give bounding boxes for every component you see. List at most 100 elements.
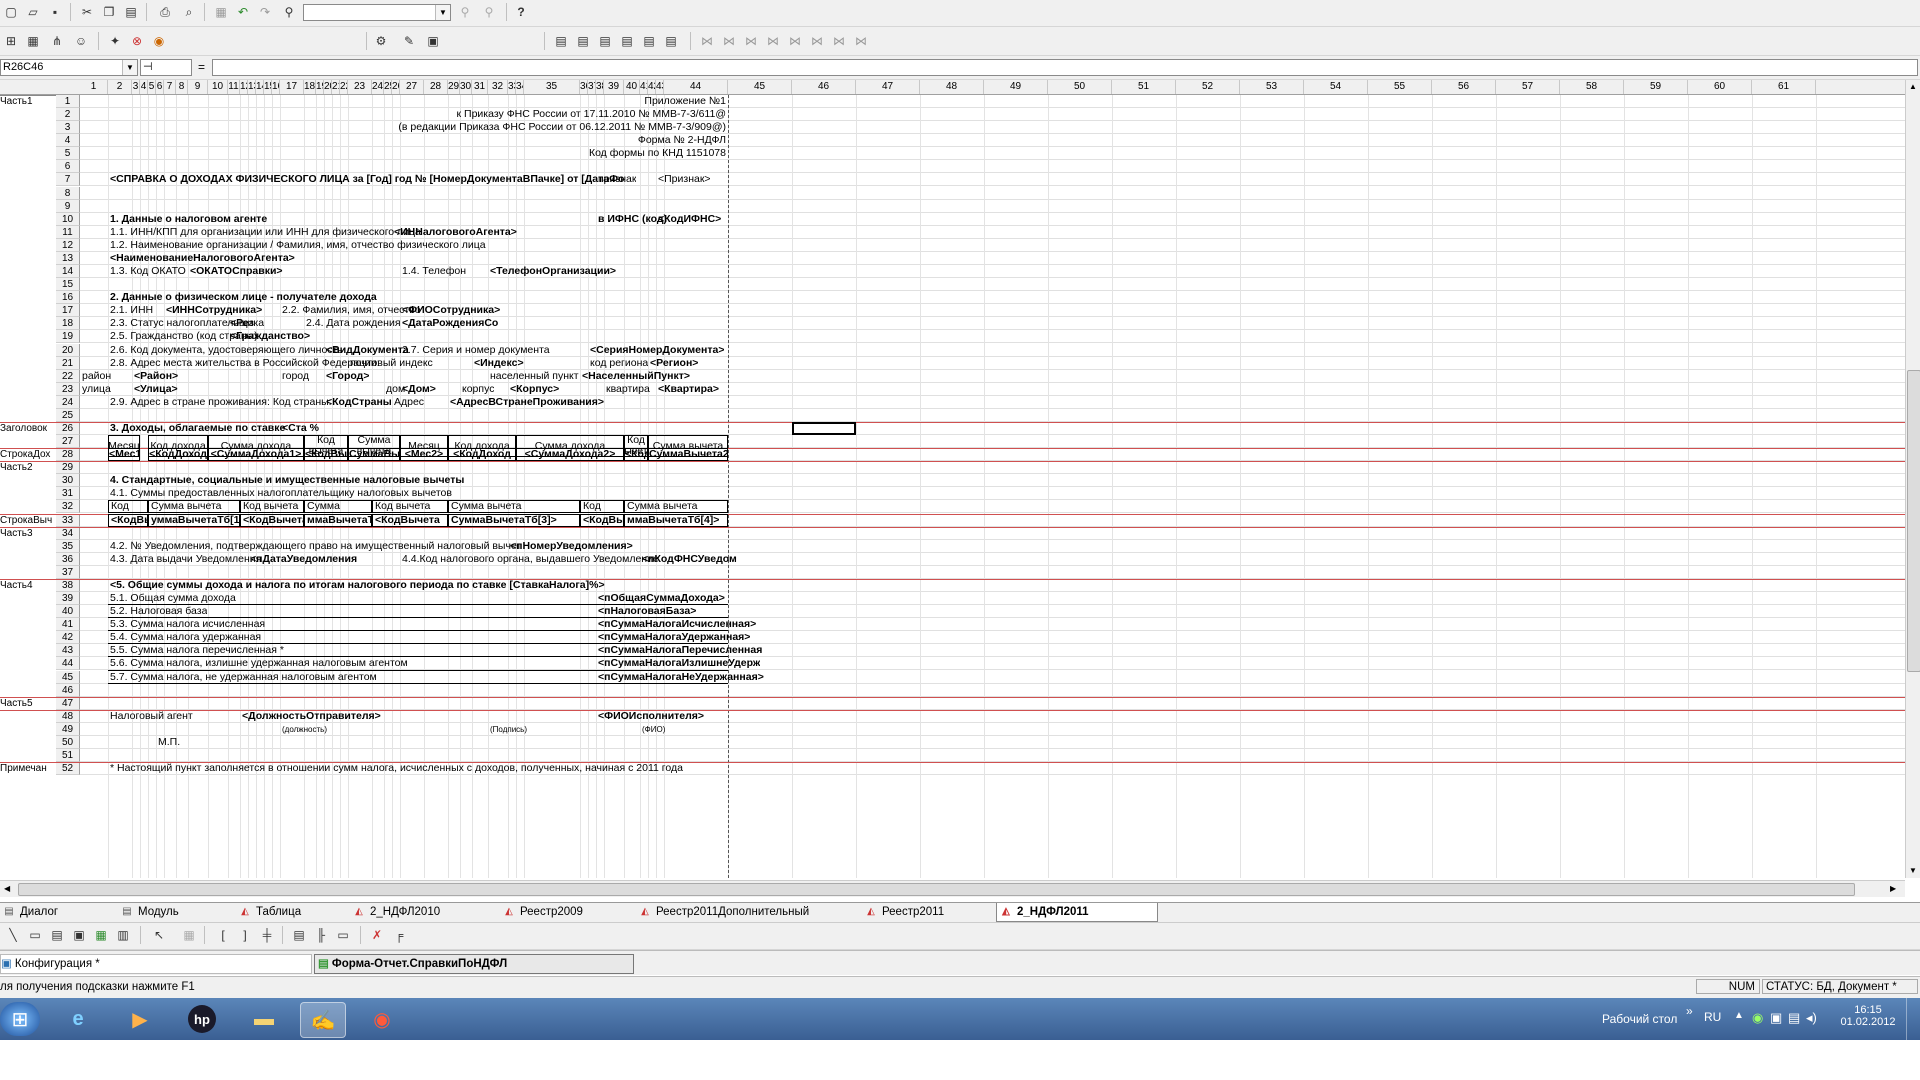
remove-outline-icon[interactable]: ⋈ <box>852 32 870 50</box>
spreadsheet-grid[interactable]: 1 2 3 4 5 6 7 8 9 10 11 12 13 14 15 16 17 18 19 20 21 22 23 24 2… <box>0 95 1905 878</box>
column-header-cell[interactable]: 57 <box>1496 80 1560 94</box>
scroll-left-icon[interactable]: ◀ <box>4 884 10 893</box>
sheet-tab[interactable]: ◭ Таблица <box>236 903 368 921</box>
align-icon[interactable]: ╪ <box>258 926 276 944</box>
paste-icon[interactable]: ▤ <box>122 3 140 21</box>
row-number[interactable]: 39 <box>56 592 80 605</box>
row-number[interactable]: 7 <box>56 173 80 186</box>
cell-format-icon[interactable]: ▤ <box>552 32 570 50</box>
column-header-cell[interactable]: 18 <box>304 80 316 94</box>
row-number[interactable]: 19 <box>56 330 80 343</box>
row-number[interactable]: 24 <box>56 396 80 409</box>
chrome-icon[interactable]: ◉ <box>360 1002 404 1036</box>
row-number[interactable]: 46 <box>56 684 80 697</box>
window-tab-form[interactable]: ▤ Форма-Отчет.СправкиПоНДФЛ <box>314 954 634 974</box>
line-tool-icon[interactable]: ╲ <box>4 926 22 944</box>
column-header-cell[interactable]: 41 <box>640 80 648 94</box>
settings-outline-icon[interactable]: ⋈ <box>830 32 848 50</box>
row-number[interactable]: 26 <box>56 422 80 435</box>
column-header-cell[interactable]: 20 <box>324 80 332 94</box>
1c-icon[interactable]: ✍ <box>300 1002 346 1038</box>
sheet-tab[interactable]: ◭ Реестр2011 <box>862 903 1014 921</box>
column-header-cell[interactable]: 6 <box>156 80 164 94</box>
row-number[interactable]: 10 <box>56 213 80 226</box>
group-label[interactable]: Примечан <box>0 762 56 774</box>
sheet-tab[interactable]: ▤ Диалог <box>0 903 136 921</box>
stop-icon[interactable]: ⊗ <box>128 32 146 50</box>
column-header-cell[interactable]: 56 <box>1432 80 1496 94</box>
ruler-icon[interactable]: ▭ <box>334 926 352 944</box>
corner-cell[interactable] <box>0 80 57 95</box>
row-number[interactable]: 52 <box>56 762 80 775</box>
row-number[interactable]: 49 <box>56 723 80 736</box>
help-icon[interactable]: ? <box>512 3 530 21</box>
hp-icon[interactable]: hp <box>180 1002 224 1036</box>
row-number[interactable]: 15 <box>56 278 80 291</box>
row-number[interactable]: 36 <box>56 553 80 566</box>
sheet-tab[interactable]: ◭ Реестр2009 <box>500 903 654 921</box>
sheet-tab[interactable]: ◭ 2_НДФЛ2010 <box>350 903 518 921</box>
find-prev-icon[interactable]: ⚲ <box>480 3 498 21</box>
bar-chart-icon[interactable]: ▥ <box>114 926 132 944</box>
column-header-cell[interactable]: 28 <box>424 80 448 94</box>
window-tab-config[interactable]: ▣ Конфигурация * <box>0 954 312 974</box>
start-button[interactable]: ⊞ <box>0 1002 40 1036</box>
border-icon[interactable]: ╟ <box>312 926 330 944</box>
cell-edit-icon[interactable]: ▤ <box>574 32 592 50</box>
scroll-down-icon[interactable]: ▼ <box>1909 866 1917 875</box>
column-header-cell[interactable]: 25 <box>384 80 392 94</box>
save-icon[interactable]: ▪ <box>46 3 64 21</box>
row-number[interactable]: 13 <box>56 252 80 265</box>
pointer-icon[interactable]: ↖ <box>150 926 168 944</box>
row-number[interactable]: 6 <box>56 160 80 173</box>
row-number[interactable]: 29 <box>56 461 80 474</box>
row-number[interactable]: 51 <box>56 749 80 762</box>
column-header-cell[interactable]: 2 <box>108 80 132 94</box>
row-number[interactable]: 1 <box>56 95 80 108</box>
group-label[interactable]: Заголовок <box>0 422 56 434</box>
vertical-scrollbar[interactable]: ▲ ▼ <box>1905 80 1920 878</box>
row-number[interactable]: 37 <box>56 566 80 579</box>
row-number[interactable]: 25 <box>56 409 80 422</box>
column-header-cell[interactable]: 11 <box>228 80 240 94</box>
row-number[interactable]: 42 <box>56 631 80 644</box>
formula-input[interactable] <box>212 59 1918 76</box>
column-header-cell[interactable]: 22 <box>340 80 348 94</box>
column-header-cell[interactable]: 34 <box>516 80 524 94</box>
group-label[interactable]: Часть5 <box>0 697 56 709</box>
sheet-tab[interactable]: ◭ Реестр2011Дополнительный <box>636 903 880 921</box>
rect-tool-icon[interactable]: ▭ <box>26 926 44 944</box>
bracket-open-icon[interactable]: [ <box>214 926 232 944</box>
cell-reference[interactable]: R26C46 ▼ <box>0 59 138 76</box>
column-header-cell[interactable]: 1 <box>80 80 108 94</box>
row-number[interactable]: 12 <box>56 239 80 252</box>
language-indicator[interactable]: RU <box>1704 1010 1721 1024</box>
desktop-chevron-icon[interactable]: » <box>1686 1004 1693 1018</box>
row-number[interactable]: 40 <box>56 605 80 618</box>
horizontal-scroll-thumb[interactable] <box>18 883 1855 896</box>
row-number[interactable]: 14 <box>56 265 80 278</box>
group-icon[interactable]: ⋈ <box>698 32 716 50</box>
row-number[interactable]: 41 <box>56 618 80 631</box>
run-icon[interactable]: ◉ <box>150 32 168 50</box>
redo-icon[interactable]: ↷ <box>256 3 274 21</box>
row-number[interactable]: 3 <box>56 121 80 134</box>
find-icon[interactable]: ⚲ <box>280 3 298 21</box>
vertical-scroll-thumb[interactable] <box>1907 370 1920 672</box>
tree-icon[interactable]: ⊞ <box>2 32 20 50</box>
row-number[interactable]: 21 <box>56 357 80 370</box>
row-number[interactable]: 5 <box>56 147 80 160</box>
row-number[interactable]: 44 <box>56 657 80 670</box>
column-header-cell[interactable]: 3 <box>132 80 140 94</box>
row-number[interactable]: 2 <box>56 108 80 121</box>
row-number[interactable]: 45 <box>56 671 80 684</box>
column-header-cell[interactable]: 38 <box>596 80 604 94</box>
column-header-cell[interactable]: 44 <box>664 80 728 94</box>
column-header-cell[interactable]: 49 <box>984 80 1048 94</box>
hierarchy-icon[interactable]: ⋔ <box>48 32 66 50</box>
row-number[interactable]: 31 <box>56 487 80 500</box>
row-number[interactable]: 4 <box>56 134 80 147</box>
horizontal-scrollbar[interactable]: ◀ ▶ <box>0 880 1905 897</box>
copy-icon[interactable]: ❐ <box>100 3 118 21</box>
row-number[interactable]: 17 <box>56 304 80 317</box>
